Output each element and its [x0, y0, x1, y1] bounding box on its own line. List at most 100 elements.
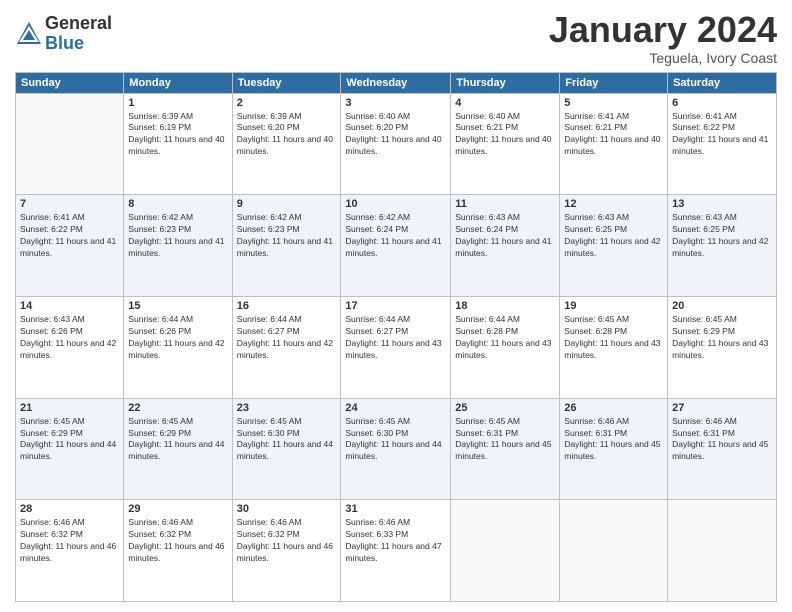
- logo-blue-text: Blue: [45, 34, 112, 54]
- calendar-day-cell: 18 Sunrise: 6:44 AMSunset: 6:28 PMDayligh…: [451, 296, 560, 398]
- day-info: Sunrise: 6:41 AMSunset: 6:21 PMDaylight:…: [564, 111, 663, 159]
- sunset-text: Sunset: 6:31 PM: [455, 428, 518, 438]
- daylight-text: Daylight: 11 hours and 44 minutes.: [237, 439, 333, 461]
- sunset-text: Sunset: 6:31 PM: [564, 428, 627, 438]
- day-number: 18: [455, 300, 555, 312]
- day-number: 19: [564, 300, 663, 312]
- daylight-text: Daylight: 11 hours and 40 minutes.: [128, 134, 224, 156]
- month-title: January 2024: [549, 10, 777, 50]
- sunset-text: Sunset: 6:21 PM: [564, 122, 627, 132]
- day-info: Sunrise: 6:45 AM Sunset: 6:31 PMDaylight:…: [455, 416, 555, 464]
- sunrise-text: Sunrise: 6:45 AM: [564, 314, 629, 324]
- calendar-day-cell: 15Sunrise: 6:44 AMSunset: 6:26 PMDayligh…: [124, 296, 232, 398]
- day-number: 8: [128, 198, 227, 210]
- calendar-day-cell: 29Sunrise: 6:46 AMSunset: 6:32 PMDayligh…: [124, 500, 232, 602]
- sunset-text: Sunset: 6:19 PM: [128, 122, 191, 132]
- calendar-day-cell: 25Sunrise: 6:45 AMSunset: 6:31 PMDayligh…: [451, 398, 560, 500]
- daylight-text: Daylight: 11 hours and 42 minutes.: [564, 236, 660, 258]
- sunset-text: Sunset: 6:23 PM: [237, 224, 300, 234]
- calendar-day-cell: 30 Sunrise: 6:46 AMSunset: 6:32 PMDayligh…: [232, 500, 341, 602]
- daylight-text: Daylight: 11 hours and 42 minutes.: [128, 338, 224, 360]
- day-info: Sunrise: 6:45 AMSunset: 6:29 PMDaylight:…: [128, 416, 227, 464]
- sunrise-text: Sunrise: 6:46 AM: [237, 517, 302, 527]
- day-info: Sunrise: 6:43 AMSunset: 6:25 PMDaylight:…: [564, 212, 663, 260]
- daylight-text: Daylight: 11 hours and 40 minutes.: [564, 134, 660, 156]
- daylight-text: Daylight: 11 hours and 42 minutes.: [672, 236, 768, 258]
- sunset-text: Sunset: 6:26 PM: [128, 326, 191, 336]
- daylight-text: Daylight: 11 hours and 45 minutes.: [672, 439, 768, 461]
- day-number: 17: [345, 300, 446, 312]
- day-info: Sunrise: 6:44 AMSunset: 6:28 PMDaylight:…: [455, 314, 555, 362]
- calendar-day-cell: 6Sunrise: 6:41 AMSunset: 6:22 PMDaylight…: [668, 93, 777, 195]
- calendar-day-cell: [451, 500, 560, 602]
- daylight-text: Daylight: 11 hours and 40 minutes.: [455, 134, 551, 156]
- location-subtitle: Teguela, Ivory Coast: [549, 50, 777, 66]
- daylight-text: Daylight: 11 hours and 45 minutes.: [455, 439, 551, 461]
- daylight-text: Daylight: 11 hours and 43 minutes.: [672, 338, 768, 360]
- sunrise-text: Sunrise: 6:39 AM: [128, 111, 193, 121]
- sunset-text: Sunset: 6:28 PM: [564, 326, 627, 336]
- sunrise-text: Sunrise: 6:45 AM: [345, 416, 410, 426]
- calendar-day-cell: 2Sunrise: 6:39 AMSunset: 6:20 PMDaylight…: [232, 93, 341, 195]
- calendar-day-cell: 4Sunrise: 6:40 AMSunset: 6:21 PMDaylight…: [451, 93, 560, 195]
- header: General Blue January 2024 Teguela, Ivory…: [15, 10, 777, 66]
- daylight-text: Daylight: 11 hours and 45 minutes.: [564, 439, 660, 461]
- sunrise-text: Sunrise: 6:44 AM: [345, 314, 410, 324]
- sunrise-text: Sunrise: 6:45 AM: [128, 416, 193, 426]
- day-number: 30: [237, 503, 337, 515]
- sunset-text: Sunset: 6:29 PM: [672, 326, 735, 336]
- day-number: 11: [455, 198, 555, 210]
- calendar-day-cell: 20 Sunrise: 6:45 AMSunset: 6:29 PMDayligh…: [668, 296, 777, 398]
- sunrise-text: Sunrise: 6:46 AM: [564, 416, 629, 426]
- sunset-text: Sunset: 6:22 PM: [672, 122, 735, 132]
- sunrise-text: Sunrise: 6:45 AM: [237, 416, 302, 426]
- calendar-day-cell: 23Sunrise: 6:45 AMSunset: 6:30 PMDayligh…: [232, 398, 341, 500]
- calendar-table: Sunday Monday Tuesday Wednesday Thursday…: [15, 72, 777, 602]
- day-info: Sunrise: 6:45 AMSunset: 6:29 PMDaylight:…: [20, 416, 119, 464]
- sunset-text: Sunset: 6:22 PM: [20, 224, 83, 234]
- day-info: Sunrise: 6:42 AMSunset: 6:24 PMDaylight:…: [345, 212, 446, 260]
- daylight-text: Daylight: 11 hours and 42 minutes.: [20, 338, 116, 360]
- daylight-text: Daylight: 11 hours and 41 minutes.: [672, 134, 768, 156]
- sunrise-text: Sunrise: 6:46 AM: [672, 416, 737, 426]
- sunrise-text: Sunrise: 6:43 AM: [564, 212, 629, 222]
- daylight-text: Daylight: 11 hours and 44 minutes.: [128, 439, 224, 461]
- daylight-text: Daylight: 11 hours and 40 minutes.: [237, 134, 333, 156]
- day-info: Sunrise: 6:46 AMSunset: 6:32 PMDaylight:…: [20, 517, 119, 565]
- daylight-text: Daylight: 11 hours and 41 minutes.: [237, 236, 333, 258]
- day-number: 20: [672, 300, 772, 312]
- day-number: 7: [20, 198, 119, 210]
- sunrise-text: Sunrise: 6:44 AM: [237, 314, 302, 324]
- day-number: 2: [237, 97, 337, 109]
- sunset-text: Sunset: 6:21 PM: [455, 122, 518, 132]
- calendar-day-cell: 9Sunrise: 6:42 AMSunset: 6:23 PMDaylight…: [232, 195, 341, 297]
- sunrise-text: Sunrise: 6:46 AM: [20, 517, 85, 527]
- sunrise-text: Sunrise: 6:40 AM: [345, 111, 410, 121]
- daylight-text: Daylight: 11 hours and 41 minutes.: [345, 236, 441, 258]
- sunrise-text: Sunrise: 6:43 AM: [672, 212, 737, 222]
- calendar-week-row: 28 Sunrise: 6:46 AMSunset: 6:32 PMDayligh…: [16, 500, 777, 602]
- day-number: 10: [345, 198, 446, 210]
- day-info: Sunrise: 6:40 AMSunset: 6:20 PMDaylight:…: [345, 111, 446, 159]
- day-info: Sunrise: 6:45 AMSunset: 6:29 PMDaylight:…: [672, 314, 772, 362]
- sunrise-text: Sunrise: 6:45 AM: [20, 416, 85, 426]
- sunrise-text: Sunrise: 6:44 AM: [128, 314, 193, 324]
- col-monday: Monday: [124, 72, 232, 93]
- col-tuesday: Tuesday: [232, 72, 341, 93]
- day-info: Sunrise: 6:39 AMSunset: 6:19 PM Daylight:…: [128, 111, 227, 159]
- calendar-day-cell: 5Sunrise: 6:41 AMSunset: 6:21 PMDaylight…: [560, 93, 668, 195]
- day-info: Sunrise: 6:41 AMSunset: 6:22 PMDaylight:…: [20, 212, 119, 260]
- day-info: Sunrise: 6:40 AMSunset: 6:21 PMDaylight:…: [455, 111, 555, 159]
- sunrise-text: Sunrise: 6:45 AM: [455, 416, 520, 426]
- day-number: 28: [20, 503, 119, 515]
- day-info: Sunrise: 6:46 AMSunset: 6:32 PMDaylight:…: [237, 517, 337, 565]
- title-block: January 2024 Teguela, Ivory Coast: [549, 10, 777, 66]
- sunset-text: Sunset: 6:23 PM: [128, 224, 191, 234]
- day-number: 12: [564, 198, 663, 210]
- calendar-day-cell: [16, 93, 124, 195]
- calendar-day-cell: 28 Sunrise: 6:46 AMSunset: 6:32 PMDayligh…: [16, 500, 124, 602]
- calendar-header-row: Sunday Monday Tuesday Wednesday Thursday…: [16, 72, 777, 93]
- day-info: Sunrise: 6:46 AM Sunset: 6:31 PMDaylight:…: [564, 416, 663, 464]
- day-info: Sunrise: 6:42 AMSunset: 6:23 PMDaylight:…: [128, 212, 227, 260]
- day-number: 23: [237, 402, 337, 414]
